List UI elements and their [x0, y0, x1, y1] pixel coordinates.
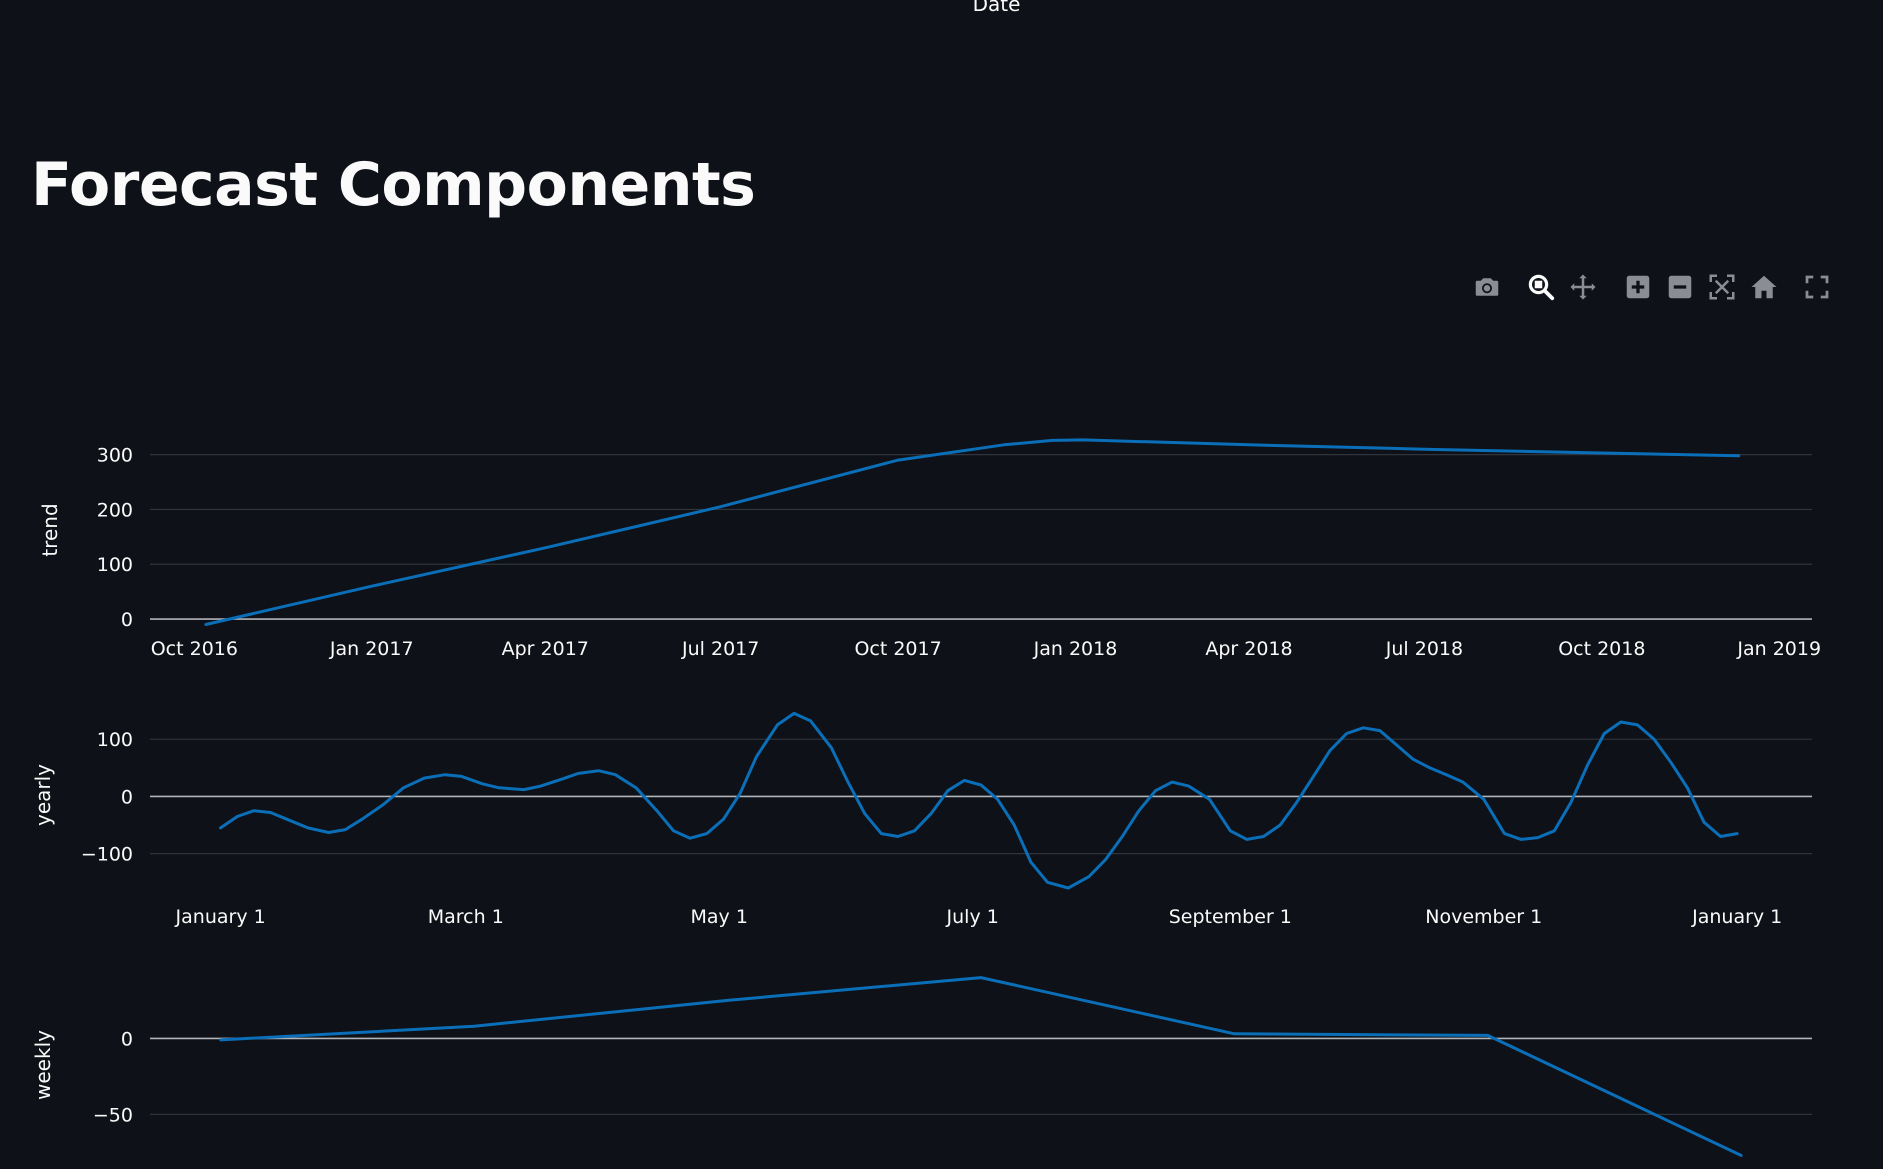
y-tick-label: 0: [121, 609, 133, 631]
y-tick-label: −100: [81, 844, 133, 866]
y-axis-title: weekly: [31, 1030, 55, 1100]
x-tick-label: March 1: [428, 906, 504, 928]
x-tick-label: Oct 2017: [854, 638, 941, 660]
series-line-weekly: [219, 976, 1743, 1157]
x-tick-label: Jul 2018: [1385, 638, 1463, 660]
y-tick-label: 0: [121, 1028, 133, 1050]
x-tick-label: Jan 2019: [1736, 638, 1821, 660]
y-tick-label: 300: [97, 445, 133, 467]
y-tick-label: 0: [121, 786, 133, 808]
x-tick-label: Jan 2018: [1033, 638, 1118, 660]
x-tick-label: Apr 2017: [502, 638, 589, 660]
x-tick-label: November 1: [1425, 906, 1542, 928]
x-tick-label: May 1: [691, 906, 748, 928]
x-tick-label: January 1: [175, 906, 266, 928]
y-tick-label: −50: [93, 1104, 133, 1126]
y-tick-label: 100: [97, 729, 133, 751]
y-axis-title: trend: [38, 503, 62, 556]
x-tick-label: September 1: [1169, 906, 1292, 928]
x-tick-label: Oct 2016: [151, 638, 238, 660]
y-axis-title: yearly: [31, 764, 55, 826]
series-line-trend: [204, 438, 1741, 626]
forecast-components-chart[interactable]: 0 100 200 300 Oct 2016 Jan 2017 Apr 2017 Jul 20…: [0, 0, 1883, 1169]
x-tick-label: Jan 2017: [329, 638, 414, 660]
x-tick-label: January 1: [1691, 906, 1782, 928]
y-tick-label: 100: [97, 554, 133, 576]
x-tick-label: Oct 2018: [1558, 638, 1645, 660]
x-tick-label: Apr 2018: [1205, 638, 1292, 660]
x-tick-label: July 1: [946, 906, 999, 928]
y-tick-label: 200: [97, 499, 133, 521]
x-tick-label: Jul 2017: [681, 638, 759, 660]
